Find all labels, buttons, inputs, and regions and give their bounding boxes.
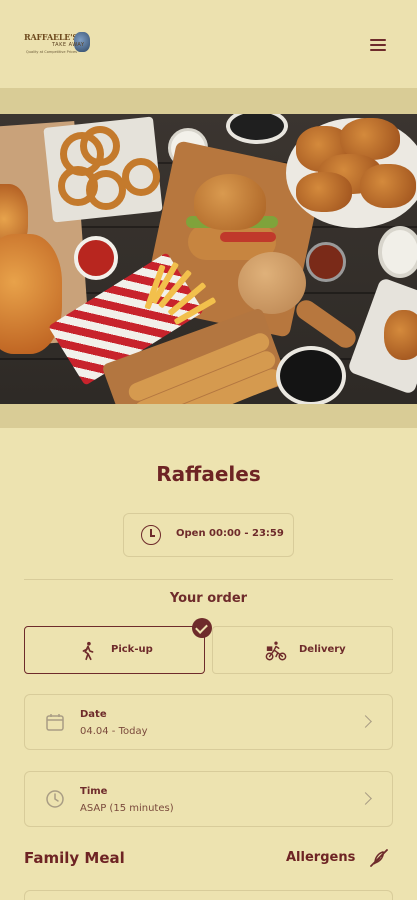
- chevron-right-icon: [359, 715, 372, 728]
- logo-wordmark: RAFFAELE'S: [24, 32, 79, 42]
- opening-hours-badge: Open 00:00 - 23:59: [123, 513, 294, 557]
- hamburger-menu-icon[interactable]: [368, 37, 388, 53]
- hero-bottom-band: [0, 404, 417, 428]
- your-order-heading: Your order: [169, 591, 248, 606]
- delivery-label: Delivery: [299, 644, 346, 655]
- bicycle-courier-icon: [265, 641, 287, 661]
- clock-icon: [46, 790, 64, 808]
- hero-food-image: [0, 114, 417, 404]
- restaurant-name: Raffaeles: [156, 462, 261, 486]
- section-divider: [24, 579, 393, 580]
- clock-icon: [141, 525, 161, 545]
- opening-hours-text: Open 00:00 - 23:59: [176, 528, 284, 539]
- app-screen: RAFFAELE'S TAKE AWAY Quality at Competit…: [0, 0, 417, 900]
- date-label: Date: [80, 709, 107, 720]
- chevron-right-icon: [359, 792, 372, 805]
- selected-check-icon: [192, 618, 212, 638]
- walking-person-icon: [82, 641, 94, 661]
- delivery-option-button[interactable]: Delivery: [212, 626, 393, 674]
- restaurant-logo[interactable]: RAFFAELE'S TAKE AWAY Quality at Competit…: [24, 30, 92, 60]
- logo-subtitle: TAKE AWAY: [52, 42, 85, 48]
- time-label: Time: [80, 786, 108, 797]
- category-heading: Family Meal: [24, 849, 125, 867]
- time-value: ASAP (15 minutes): [80, 803, 174, 814]
- calendar-icon: [46, 714, 64, 731]
- date-selector[interactable]: Date 04.04 - Today: [24, 694, 393, 750]
- pickup-label: Pick-up: [111, 644, 153, 655]
- no-wheat-icon[interactable]: [366, 845, 392, 871]
- allergens-link[interactable]: Allergens: [286, 850, 355, 865]
- logo-tagline: Quality at Competitive Prices: [26, 50, 78, 54]
- date-value: 04.04 - Today: [80, 726, 148, 737]
- app-header: RAFFAELE'S TAKE AWAY Quality at Competit…: [0, 0, 417, 88]
- menu-item-card[interactable]: [24, 890, 393, 900]
- pickup-option-button[interactable]: Pick-up: [24, 626, 205, 674]
- time-selector[interactable]: Time ASAP (15 minutes): [24, 771, 393, 827]
